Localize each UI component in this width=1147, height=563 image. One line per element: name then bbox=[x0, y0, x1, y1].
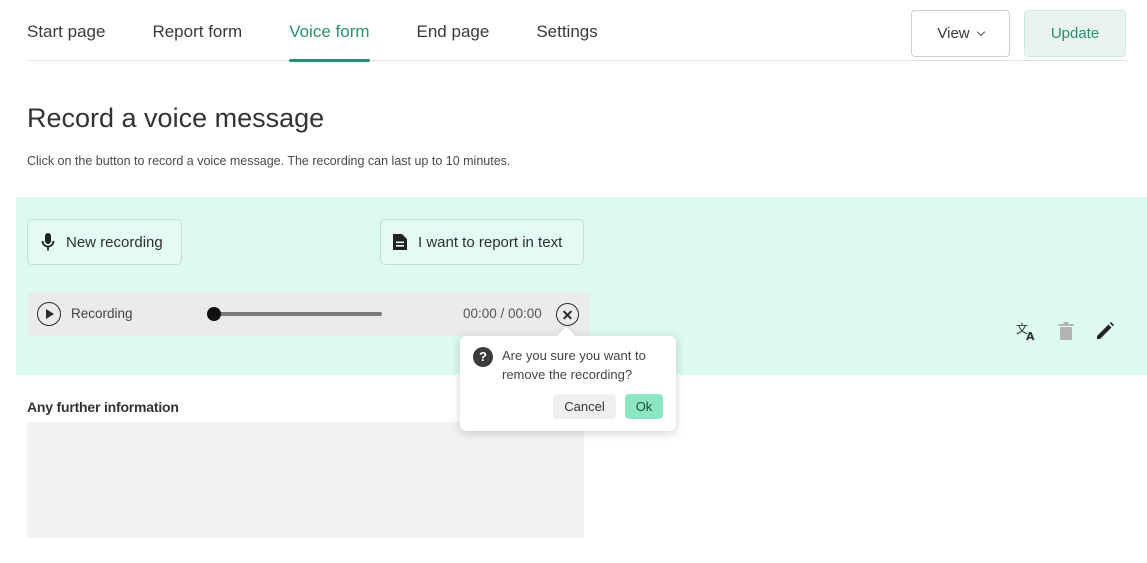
cancel-button[interactable]: Cancel bbox=[553, 394, 616, 419]
further-info-label: Any further information bbox=[27, 399, 179, 415]
tab-settings[interactable]: Settings bbox=[536, 0, 597, 61]
page-title: Record a voice message bbox=[27, 103, 325, 133]
recording-label: Recording bbox=[71, 306, 133, 321]
recording-tools: 文 A bbox=[1016, 320, 1116, 343]
tab-bar: Start page Report form Voice form End pa… bbox=[27, 0, 645, 62]
top-navigation: Start page Report form Voice form End pa… bbox=[27, 0, 1127, 62]
further-info-textarea[interactable] bbox=[27, 422, 584, 538]
question-icon: ? bbox=[473, 347, 493, 367]
trash-icon[interactable] bbox=[1055, 320, 1077, 342]
document-icon bbox=[393, 234, 407, 250]
update-button[interactable]: Update bbox=[1024, 10, 1126, 57]
playback-time: 00:00 / 00:00 bbox=[463, 306, 542, 321]
tab-voice-form[interactable]: Voice form bbox=[289, 0, 370, 62]
view-dropdown-button[interactable]: View bbox=[911, 10, 1010, 57]
report-in-text-label: I want to report in text bbox=[418, 233, 563, 251]
slider-handle[interactable] bbox=[207, 307, 221, 321]
playback-slider[interactable] bbox=[207, 307, 382, 321]
pencil-icon[interactable] bbox=[1094, 320, 1116, 342]
audio-player: Recording 00:00 / 00:00 bbox=[28, 293, 589, 336]
tab-report-form[interactable]: Report form bbox=[152, 0, 242, 61]
report-in-text-button[interactable]: I want to report in text bbox=[380, 219, 584, 265]
svg-text:A: A bbox=[1026, 330, 1035, 342]
tab-end-page[interactable]: End page bbox=[417, 0, 490, 61]
translate-icon[interactable]: 文 A bbox=[1016, 320, 1038, 343]
play-icon[interactable] bbox=[37, 302, 61, 326]
tab-start-page[interactable]: Start page bbox=[27, 0, 105, 61]
microphone-icon bbox=[41, 233, 55, 251]
new-recording-label: New recording bbox=[66, 233, 163, 251]
confirm-message: Are you sure you want to remove the reco… bbox=[502, 348, 646, 382]
new-recording-button[interactable]: New recording bbox=[27, 219, 182, 265]
view-label: View bbox=[937, 25, 970, 42]
remove-recording-icon[interactable] bbox=[556, 303, 579, 326]
chevron-down-icon bbox=[976, 27, 985, 36]
ok-button[interactable]: Ok bbox=[625, 394, 663, 419]
confirm-remove-popover: ? Are you sure you want to remove the re… bbox=[460, 336, 676, 431]
page-description: Click on the button to record a voice me… bbox=[27, 154, 511, 168]
